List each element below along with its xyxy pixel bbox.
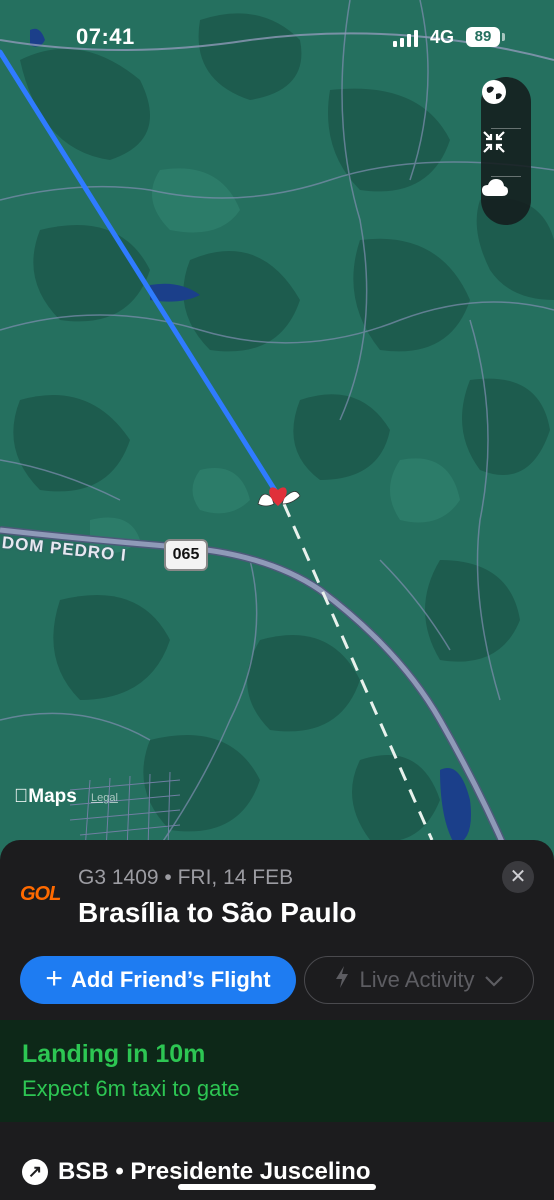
airline-logo: GOL bbox=[20, 883, 61, 905]
departure-airport-label: BSB • Presidente Juscelino bbox=[58, 1158, 371, 1185]
plus-icon: + bbox=[45, 961, 63, 995]
flight-route: Brasília to São Paulo bbox=[78, 897, 357, 928]
aircraft-marker[interactable] bbox=[257, 487, 301, 507]
legal-link[interactable]: Legal bbox=[91, 792, 118, 804]
flight-status-band: Landing in 10m Expect 6m taxi to gate bbox=[0, 1020, 554, 1122]
collapse-icon[interactable] bbox=[481, 129, 531, 175]
add-friend-flight-button[interactable]: + Add Friend’s Flight bbox=[20, 956, 296, 1004]
chevron-down-icon bbox=[484, 967, 504, 993]
live-activity-label: Live Activity bbox=[359, 967, 475, 992]
landing-status: Landing in 10m bbox=[22, 1040, 206, 1068]
cloud-icon[interactable] bbox=[481, 177, 531, 223]
bolt-icon bbox=[334, 965, 350, 995]
flight-meta: G3 1409 • FRI, 14 FEB bbox=[78, 866, 294, 889]
apple-logo-icon:  bbox=[14, 786, 28, 807]
maps-attribution: Maps Legal bbox=[14, 786, 118, 808]
road-shield: 065 bbox=[164, 539, 208, 571]
map-canvas bbox=[0, 0, 554, 860]
map[interactable]: DOM PEDRO I 065 Maps Legal bbox=[0, 0, 554, 860]
departure-arrow-icon: ↗ bbox=[22, 1159, 48, 1185]
network-type: 4G bbox=[430, 27, 455, 47]
map-controls bbox=[481, 77, 531, 225]
signal-icon bbox=[393, 30, 419, 47]
maps-brand: Maps bbox=[14, 786, 77, 807]
close-icon: ✕ bbox=[509, 866, 527, 888]
home-indicator[interactable] bbox=[178, 1184, 376, 1190]
flight-card: GOL G3 1409 • FRI, 14 FEB Brasília to Sã… bbox=[0, 840, 554, 1200]
globe-icon[interactable] bbox=[481, 79, 531, 125]
screen: DOM PEDRO I 065 Maps Legal 07:41 4G 89 bbox=[0, 0, 554, 1200]
battery-indicator: 89 bbox=[466, 27, 505, 47]
departure-airport-row[interactable]: ↗ BSB • Presidente Juscelino bbox=[22, 1158, 371, 1186]
live-activity-button[interactable]: Live Activity bbox=[304, 956, 534, 1004]
add-friend-flight-label: Add Friend’s Flight bbox=[70, 967, 271, 992]
status-bar: 07:41 4G 89 bbox=[0, 0, 554, 76]
taxi-estimate: Expect 6m taxi to gate bbox=[22, 1076, 240, 1101]
status-time: 07:41 bbox=[76, 24, 135, 49]
close-button[interactable]: ✕ bbox=[502, 861, 534, 893]
